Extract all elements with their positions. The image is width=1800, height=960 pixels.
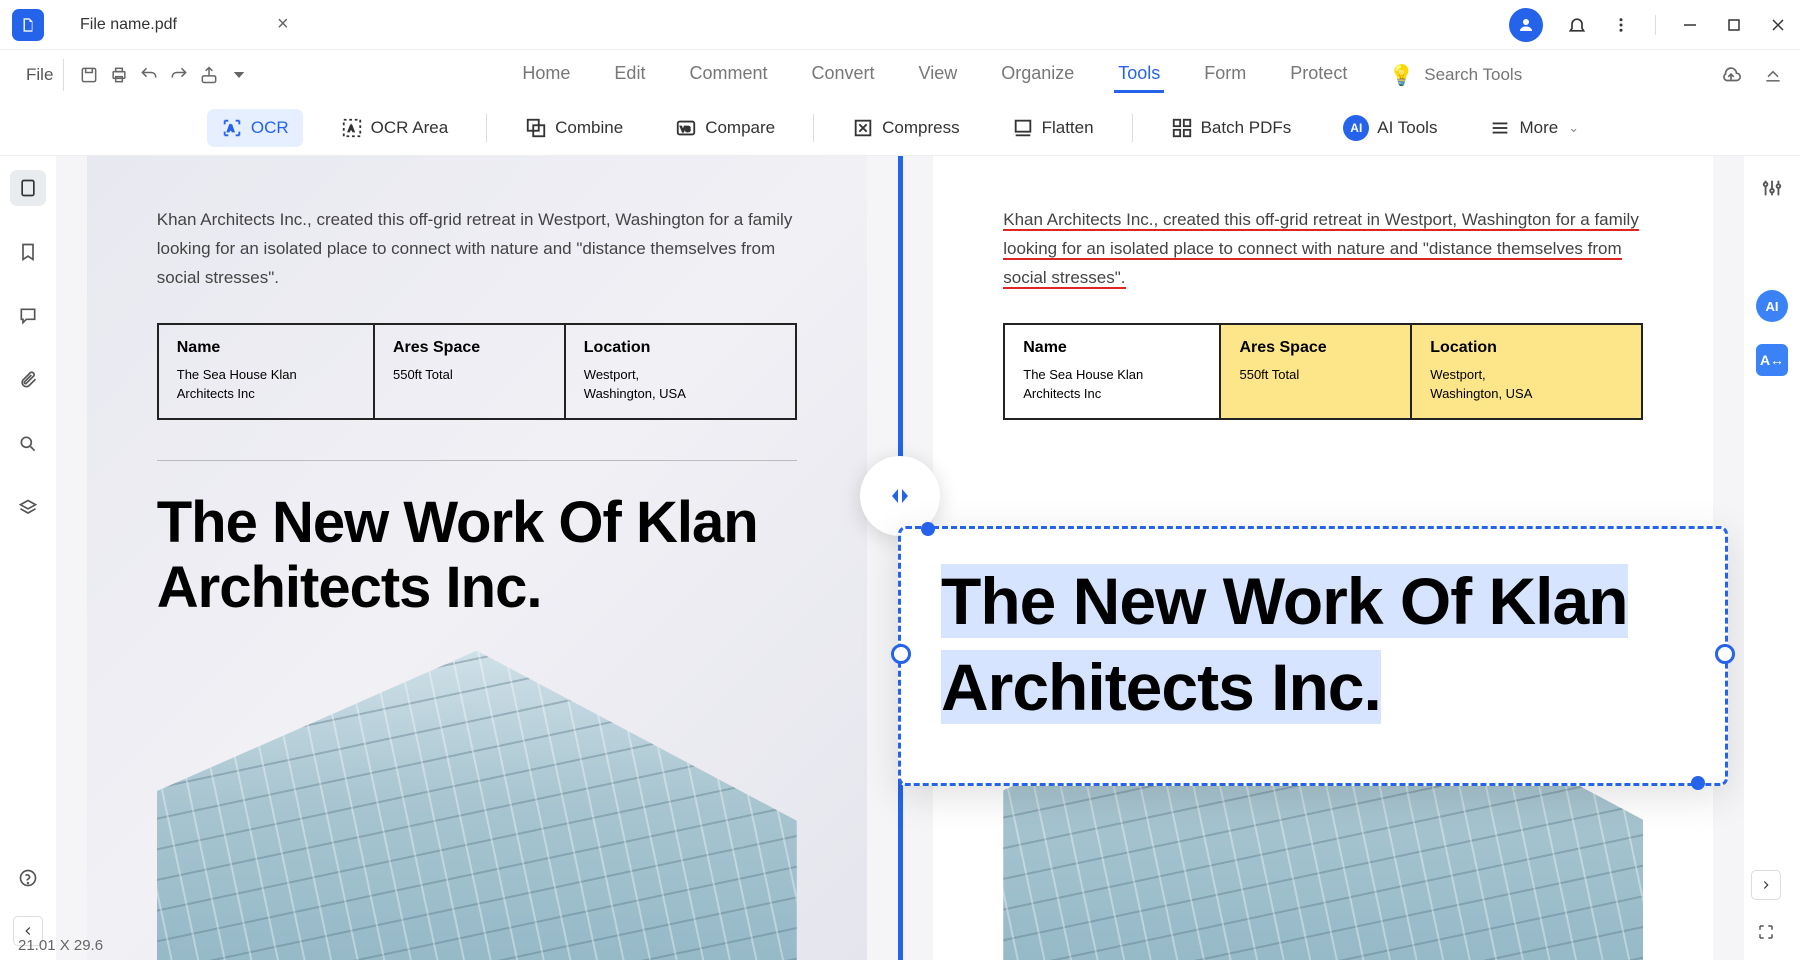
more-options-icon[interactable] bbox=[1611, 15, 1631, 35]
ocr-icon: A bbox=[221, 117, 243, 139]
share-icon[interactable] bbox=[198, 64, 220, 86]
next-page-icon[interactable] bbox=[1751, 870, 1781, 900]
tools-ribbon: AOCR AOCR Area Combine VSCompare Compres… bbox=[0, 100, 1800, 156]
intro-text-left: Khan Architects Inc., created this off-g… bbox=[157, 206, 797, 293]
building-image-left bbox=[157, 651, 797, 960]
combine-icon bbox=[525, 117, 547, 139]
titlebar: File name.pdf × bbox=[0, 0, 1800, 50]
ocr-area-icon: A bbox=[341, 117, 363, 139]
batch-icon bbox=[1171, 117, 1193, 139]
notifications-icon[interactable] bbox=[1567, 15, 1587, 35]
save-icon[interactable] bbox=[78, 64, 100, 86]
ocr-area-button[interactable]: AOCR Area bbox=[327, 109, 462, 147]
compress-icon bbox=[852, 117, 874, 139]
redo-icon[interactable] bbox=[168, 64, 190, 86]
tab-organize[interactable]: Organize bbox=[997, 57, 1078, 93]
maximize-icon[interactable] bbox=[1724, 15, 1744, 35]
compress-button[interactable]: Compress bbox=[838, 109, 973, 147]
combine-button[interactable]: Combine bbox=[511, 109, 637, 147]
status-bar: 21.01 X 29.6 bbox=[0, 930, 121, 960]
chevron-down-icon: ⌄ bbox=[1568, 120, 1579, 136]
tab-form[interactable]: Form bbox=[1200, 57, 1250, 93]
headline-selected: The New Work Of Klan Architects Inc. bbox=[941, 559, 1685, 731]
attachments-icon[interactable] bbox=[10, 362, 46, 398]
search-icon[interactable] bbox=[10, 426, 46, 462]
more-button[interactable]: More⌄ bbox=[1475, 109, 1593, 147]
svg-text:A: A bbox=[348, 124, 354, 133]
print-icon[interactable] bbox=[108, 64, 130, 86]
page-dimensions: 21.01 X 29.6 bbox=[18, 937, 103, 954]
search-tools-input[interactable] bbox=[1424, 65, 1564, 85]
selection-handle-icon[interactable] bbox=[1691, 776, 1705, 790]
tab-filename: File name.pdf bbox=[80, 16, 177, 34]
ocr-button[interactable]: AOCR bbox=[207, 109, 303, 147]
flatten-icon bbox=[1012, 117, 1034, 139]
close-tab-icon[interactable]: × bbox=[277, 13, 289, 36]
layers-icon[interactable] bbox=[10, 490, 46, 526]
compare-button[interactable]: VSCompare bbox=[661, 109, 789, 147]
headline-left: The New Work Of Klan Architects Inc. bbox=[157, 491, 797, 621]
intro-text-right: Khan Architects Inc., created this off-g… bbox=[1003, 206, 1643, 293]
bookmarks-icon[interactable] bbox=[10, 234, 46, 270]
comments-icon[interactable] bbox=[10, 298, 46, 334]
close-window-icon[interactable] bbox=[1768, 15, 1788, 35]
compare-icon: VS bbox=[675, 117, 697, 139]
info-table-left: NameThe Sea House Klan Architects Inc Ar… bbox=[157, 323, 797, 420]
text-selection-box[interactable]: The New Work Of Klan Architects Inc. bbox=[898, 526, 1728, 786]
tab-view[interactable]: View bbox=[915, 57, 962, 93]
menu-tabs: Home Edit Comment Convert View Organize … bbox=[518, 57, 1351, 93]
selection-handle-icon[interactable] bbox=[1715, 644, 1735, 664]
bulb-icon: 💡 bbox=[1389, 63, 1414, 88]
left-sidebar bbox=[0, 156, 56, 960]
thumbnails-icon[interactable] bbox=[10, 170, 46, 206]
minimize-icon[interactable] bbox=[1680, 15, 1700, 35]
ai-icon: AI bbox=[1343, 115, 1369, 141]
cloud-icon[interactable] bbox=[1720, 64, 1742, 86]
tab-edit[interactable]: Edit bbox=[610, 57, 649, 93]
dropdown-icon[interactable] bbox=[228, 64, 250, 86]
tab-tools[interactable]: Tools bbox=[1114, 57, 1164, 93]
settings-icon[interactable] bbox=[1754, 170, 1790, 206]
user-account-icon[interactable] bbox=[1509, 8, 1543, 42]
svg-text:VS: VS bbox=[681, 124, 691, 133]
selection-handle-icon[interactable] bbox=[891, 644, 911, 664]
undo-icon[interactable] bbox=[138, 64, 160, 86]
menubar: File Home Edit Comment Convert View Orga… bbox=[0, 50, 1800, 100]
ai-assistant-icon[interactable]: AI bbox=[1756, 290, 1788, 322]
app-logo-icon[interactable] bbox=[12, 9, 44, 41]
tab-home[interactable]: Home bbox=[518, 57, 574, 93]
help-icon[interactable] bbox=[10, 860, 46, 896]
right-sidebar: AI A↔ bbox=[1744, 156, 1800, 960]
more-icon bbox=[1489, 117, 1511, 139]
page-original: Khan Architects Inc., created this off-g… bbox=[87, 156, 867, 960]
flatten-button[interactable]: Flatten bbox=[998, 109, 1108, 147]
translate-icon[interactable]: A↔ bbox=[1756, 344, 1788, 376]
document-canvas[interactable]: Khan Architects Inc., created this off-g… bbox=[56, 156, 1744, 960]
tab-convert[interactable]: Convert bbox=[807, 57, 878, 93]
selection-handle-icon[interactable] bbox=[921, 522, 935, 536]
ai-tools-button[interactable]: AIAI Tools bbox=[1329, 107, 1451, 149]
batch-pdfs-button[interactable]: Batch PDFs bbox=[1157, 109, 1306, 147]
document-tab[interactable]: File name.pdf × bbox=[64, 5, 305, 44]
svg-text:A: A bbox=[227, 123, 234, 133]
collapse-ribbon-icon[interactable] bbox=[1762, 64, 1784, 86]
tab-comment[interactable]: Comment bbox=[685, 57, 771, 93]
info-table-right: NameThe Sea House Klan Architects Inc Ar… bbox=[1003, 323, 1643, 420]
fit-page-icon[interactable] bbox=[1748, 914, 1784, 950]
file-menu-button[interactable]: File bbox=[16, 59, 64, 91]
tab-protect[interactable]: Protect bbox=[1286, 57, 1351, 93]
